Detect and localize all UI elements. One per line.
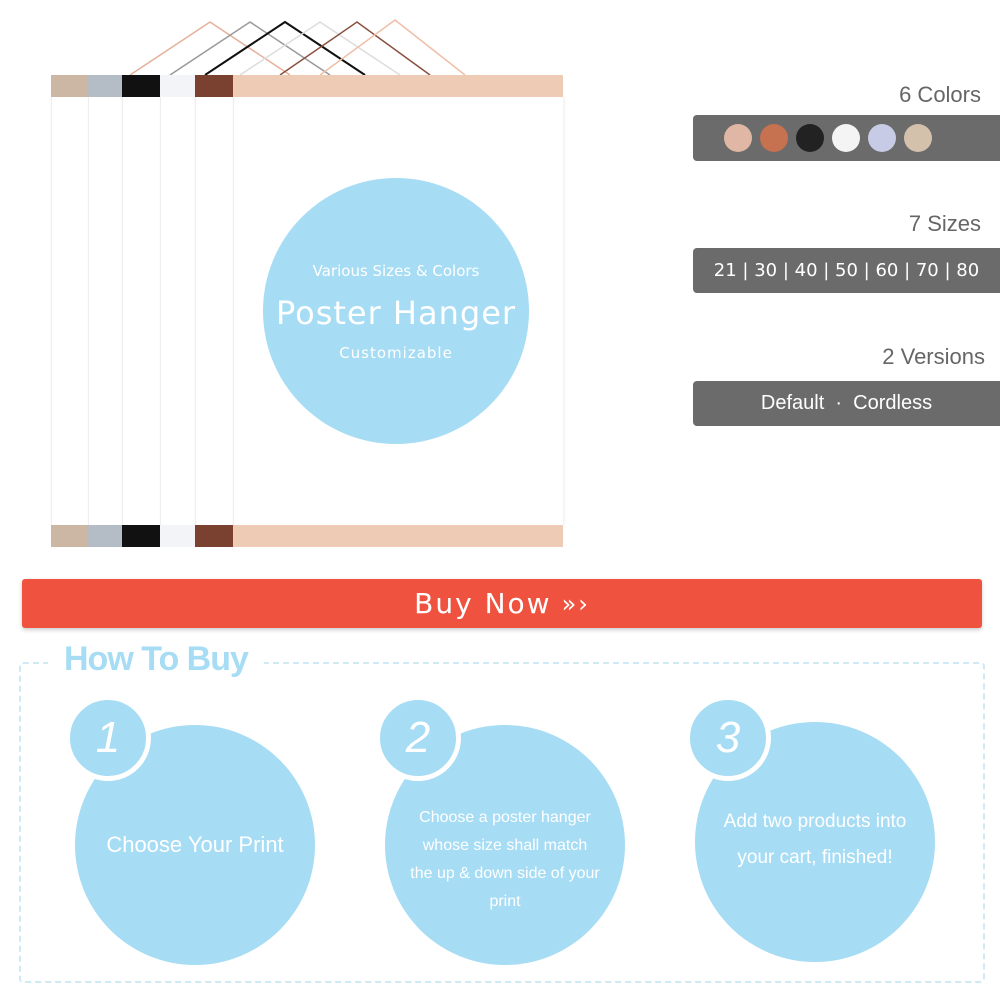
- sizes-title: 7 Sizes: [908, 211, 981, 236]
- hanger-rail: [160, 75, 195, 97]
- triple-chevron-right-icon: »›: [561, 589, 590, 618]
- versions-list: Default · Cordless: [693, 381, 1000, 426]
- sizes-list: 21 | 30 | 40 | 50 | 60 | 70 | 80: [693, 248, 1000, 293]
- step-3-number: 3: [685, 695, 771, 781]
- hanger-rail: [51, 75, 88, 97]
- buy-now-label: Buy Now: [414, 587, 552, 620]
- hero-circle: Various Sizes & Colors Poster Hanger Cus…: [263, 178, 529, 444]
- color-swatch[interactable]: [796, 124, 824, 152]
- how-to-buy-title: How To Buy: [48, 640, 264, 679]
- hanger-rail: [122, 75, 160, 97]
- color-swatch[interactable]: [832, 124, 860, 152]
- hanger-rail: [233, 75, 563, 97]
- color-swatch[interactable]: [868, 124, 896, 152]
- hanger-rail: [122, 525, 160, 547]
- hanger-poster: [160, 97, 199, 525]
- step-2-text: Choose a poster hanger whose size shall …: [410, 809, 600, 910]
- hanger-poster: [122, 97, 164, 525]
- hanger-rail: [195, 75, 233, 97]
- hanger-rail: [88, 75, 122, 97]
- versions-title: 2 Versions: [882, 344, 985, 369]
- buy-now-button[interactable]: Buy Now »›: [22, 579, 982, 628]
- hanger-rail: [233, 525, 563, 547]
- step-1-text: Choose Your Print: [106, 832, 284, 857]
- color-swatch[interactable]: [760, 124, 788, 152]
- hanger-rail: [160, 525, 195, 547]
- hanger-poster: [195, 97, 237, 525]
- hanger-poster: [51, 97, 92, 525]
- hanger-rail: [51, 525, 88, 547]
- hero-subtitle: Various Sizes & Colors: [312, 262, 480, 280]
- color-swatch[interactable]: [904, 124, 932, 152]
- hanger-poster: [88, 97, 126, 525]
- colors-title: 6 Colors: [899, 82, 981, 107]
- step-1-number: 1: [65, 695, 151, 781]
- color-swatches: [693, 115, 1000, 161]
- step-3-text: Add two products into your cart, finishe…: [723, 810, 907, 868]
- color-swatch[interactable]: [724, 124, 752, 152]
- hanger-rail: [195, 525, 233, 547]
- hero-title: Poster Hanger: [275, 294, 517, 332]
- hero-tagline: Customizable: [339, 344, 453, 362]
- hanger-rail: [88, 525, 122, 547]
- step-2-number: 2: [375, 695, 461, 781]
